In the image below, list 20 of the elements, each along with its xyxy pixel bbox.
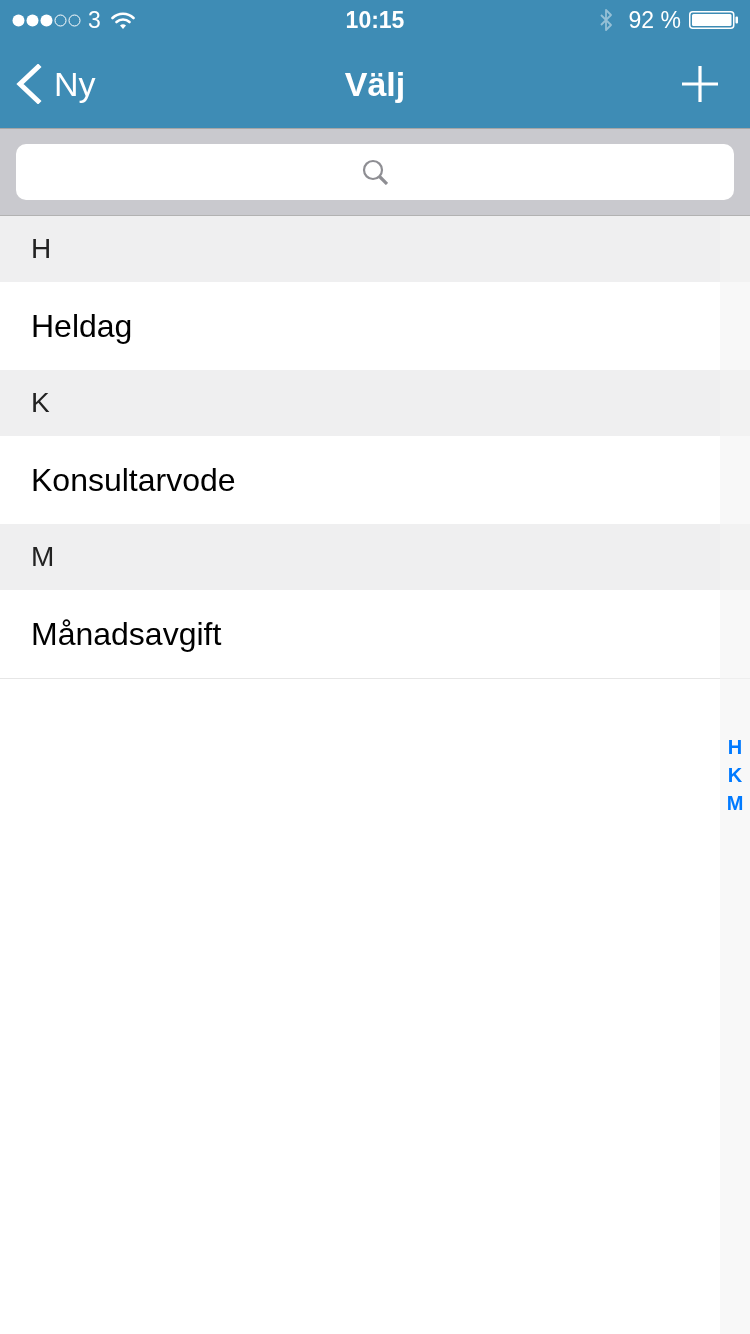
nav-title: Välj xyxy=(344,64,406,104)
plus-icon xyxy=(682,66,718,102)
index-letter[interactable]: K xyxy=(727,761,743,789)
signal-strength-icon xyxy=(12,13,81,27)
section-header: H xyxy=(0,216,750,282)
search-icon xyxy=(362,159,388,185)
bluetooth-icon xyxy=(598,8,613,32)
index-letter[interactable]: M xyxy=(726,789,744,817)
add-button[interactable] xyxy=(682,66,718,102)
section-header: M xyxy=(0,524,750,590)
search-field[interactable] xyxy=(16,144,734,200)
section-header: K xyxy=(0,370,750,436)
back-chevron-icon xyxy=(16,64,42,104)
carrier-name: 3 xyxy=(88,6,101,34)
battery-icon xyxy=(689,11,738,29)
wifi-icon xyxy=(110,11,135,29)
battery-percentage: 92 % xyxy=(628,6,681,34)
back-button[interactable]: Ny xyxy=(0,54,104,114)
status-time: 10:15 xyxy=(345,6,405,34)
index-letter[interactable]: H xyxy=(727,733,743,761)
